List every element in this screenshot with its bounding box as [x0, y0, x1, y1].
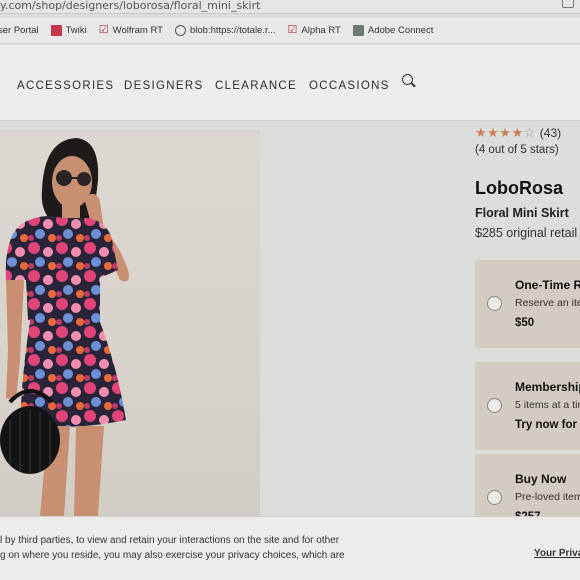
option-title: Buy Now — [515, 472, 567, 486]
bookmark-label: Alpha RT — [301, 25, 341, 36]
nav-clearance[interactable]: CLEARANCE — [215, 80, 297, 92]
option-title: One-Time R — [515, 278, 580, 292]
cookie-banner: l by third parties, to view and retain y… — [0, 516, 580, 580]
bookmark-label: blob:https://totale.r... — [189, 25, 276, 36]
option-subtitle: Reserve an ite — [515, 297, 580, 309]
option-membership[interactable]: Membership 5 items at a tin Try now for … — [475, 362, 580, 450]
nav-designers[interactable]: DESIGNERS — [124, 80, 203, 92]
review-count: (43) — [539, 126, 562, 140]
model-illustration — [0, 138, 129, 516]
checkmark-icon: ☑ — [287, 24, 298, 36]
cookie-text-line: g on where you reside, you may also exer… — [0, 550, 345, 561]
option-title: Membership — [515, 380, 580, 394]
rating-text: (4 out of 5 stars) — [475, 144, 559, 156]
product-name: Floral Mini Skirt — [475, 206, 569, 220]
bookmark-twiki[interactable]: Twiki — [50, 25, 87, 36]
nav-occasions[interactable]: OCCASIONS — [309, 80, 390, 92]
bookmark-blob[interactable]: blob:https://totale.r... — [174, 25, 276, 36]
radio-button[interactable] — [487, 490, 502, 505]
search-icon[interactable] — [402, 74, 413, 85]
option-subtitle: Pre-loved item — [515, 491, 580, 503]
cookie-text-line: l by third parties, to view and retain y… — [0, 535, 340, 546]
bookmark-alpha-rt[interactable]: ☑ Alpha RT — [287, 24, 341, 37]
bookmarks-bar: ser Portal Twiki ☑ Wolfram RT blob:https… — [0, 18, 580, 44]
option-one-time-rental[interactable]: One-Time R Reserve an ite $50 — [475, 260, 580, 348]
bookmark-user-portal[interactable]: ser Portal — [0, 25, 39, 36]
bookmark-adobe-connect[interactable]: Adobe Connect — [352, 25, 434, 36]
bookmark-label: ser Portal — [0, 25, 39, 36]
brand-name[interactable]: LoboRosa — [475, 178, 563, 199]
radio-button[interactable] — [487, 398, 502, 413]
checkmark-icon: ☑ — [98, 24, 109, 36]
site-navigation: ACCESSORIES DESIGNERS CLEARANCE OCCASION… — [0, 45, 580, 121]
star-rating-icon: ★★★★☆ — [475, 125, 536, 140]
adobe-connect-icon — [352, 25, 364, 36]
globe-icon — [174, 25, 186, 36]
bookmark-icon[interactable] — [562, 0, 574, 8]
retail-price: $285 original retail — [475, 226, 578, 240]
product-photo[interactable] — [0, 130, 260, 516]
option-price: $50 — [515, 317, 535, 329]
url-text: y.com/shop/designers/loborosa/floral_min… — [0, 0, 261, 12]
bookmark-label: Twiki — [65, 25, 87, 36]
nav-accessories[interactable]: ACCESSORIES — [17, 80, 114, 92]
bookmark-label: Adobe Connect — [367, 25, 434, 36]
option-price: Try now for $1 — [515, 419, 580, 431]
bookmark-wolfram-rt[interactable]: ☑ Wolfram RT — [98, 24, 163, 37]
product-rating[interactable]: ★★★★☆ (43) — [475, 125, 561, 141]
twiki-icon — [50, 25, 62, 36]
privacy-link[interactable]: Your Priva — [534, 548, 580, 559]
bookmark-label: Wolfram RT — [112, 25, 163, 36]
nav-divider — [0, 120, 580, 121]
option-subtitle: 5 items at a tin — [515, 399, 580, 411]
address-bar[interactable]: y.com/shop/designers/loborosa/floral_min… — [0, 0, 580, 14]
radio-button[interactable] — [487, 296, 502, 311]
